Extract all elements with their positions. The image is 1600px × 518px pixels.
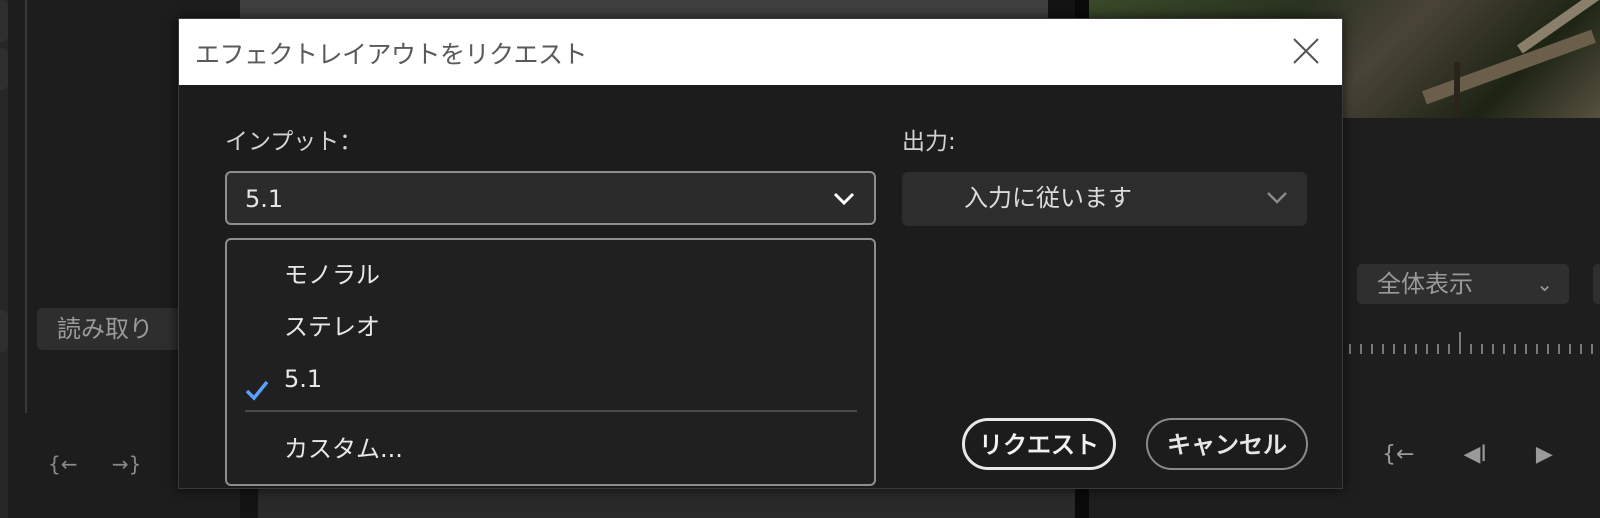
close-icon	[1293, 38, 1319, 64]
play-icon[interactable]: ▶	[1536, 442, 1553, 467]
output-select[interactable]: 入力に従います	[902, 172, 1307, 226]
ruler-tick	[1536, 344, 1538, 354]
read-button[interactable]: 読み取り	[37, 308, 187, 350]
close-button[interactable]	[1288, 33, 1324, 69]
preview-detail	[1454, 62, 1460, 118]
ruler-tick	[1558, 344, 1560, 354]
ruler-tick	[1393, 344, 1395, 354]
mark-in-icon[interactable]: {←	[48, 452, 77, 476]
chevron-down-icon	[1265, 188, 1289, 208]
ruler-tick	[1591, 344, 1593, 354]
menu-item-label: ステレオ	[284, 313, 380, 341]
ruler-tick	[1437, 344, 1439, 354]
chevron-down-icon	[832, 189, 856, 209]
ruler-tick	[1481, 344, 1483, 354]
ruler-tick	[1426, 344, 1428, 354]
menu-divider	[245, 410, 857, 412]
ruler-tick	[1382, 344, 1384, 354]
transport-controls: {← ◀I ▶	[1382, 442, 1595, 467]
panel-divider-line	[25, 0, 27, 413]
dialog-title: エフェクトレイアウトをリクエスト	[195, 40, 588, 69]
ruler-tick	[1569, 344, 1571, 354]
checkmark-icon	[245, 368, 269, 401]
input-select[interactable]: 5.1	[225, 171, 876, 225]
left-panel-tab[interactable]	[0, 0, 8, 42]
input-dropdown-menu: モノラル ステレオ 5.1 カスタム...	[225, 238, 876, 486]
input-label: インプット：	[225, 129, 363, 155]
time-ruler[interactable]	[1349, 330, 1600, 360]
cancel-button[interactable]: キャンセル	[1146, 418, 1308, 470]
zoom-level-select[interactable]: 全体表示 ⌄	[1357, 264, 1569, 304]
ruler-tick	[1503, 344, 1505, 354]
input-select-value: 5.1	[245, 185, 284, 213]
ruler-tick	[1514, 344, 1516, 354]
ruler-tick	[1492, 344, 1494, 354]
ruler-tick	[1580, 344, 1582, 354]
zoom-level-value: 全体表示	[1377, 270, 1473, 298]
left-panel-tab[interactable]	[0, 310, 8, 352]
ruler-tick	[1525, 344, 1527, 354]
left-panel-tab[interactable]	[0, 48, 8, 90]
step-back-icon[interactable]: ◀I	[1463, 442, 1486, 467]
go-to-in-icon[interactable]: {←	[1382, 442, 1414, 467]
menu-item-label: モノラル	[284, 261, 380, 289]
menu-item-5-1[interactable]: 5.1	[227, 354, 874, 404]
ruler-tick	[1404, 344, 1406, 354]
preview-detail	[1422, 29, 1596, 105]
center-panel-header	[240, 0, 1048, 20]
request-button[interactable]: リクエスト	[962, 418, 1116, 470]
menu-item-custom[interactable]: カスタム...	[227, 424, 874, 474]
chevron-down-icon: ⌄	[1536, 272, 1553, 296]
ruler-tick	[1470, 344, 1472, 354]
ruler-tick	[1415, 344, 1417, 354]
menu-item-label: 5.1	[284, 365, 323, 393]
output-label: 出力:	[902, 129, 956, 155]
left-transport-controls: {← →}	[48, 452, 169, 476]
dialog-titlebar: エフェクトレイアウトをリクエスト	[179, 19, 1342, 85]
menu-item-label: カスタム...	[284, 435, 403, 463]
resolution-select[interactable]	[1593, 264, 1600, 304]
ruler-tick	[1360, 344, 1362, 354]
ruler-tick	[1349, 344, 1351, 354]
ruler-tick	[1448, 344, 1450, 354]
menu-item-mono[interactable]: モノラル	[227, 250, 874, 300]
ruler-tick	[1371, 344, 1373, 354]
menu-item-stereo[interactable]: ステレオ	[227, 302, 874, 352]
output-select-value: 入力に従います	[964, 184, 1132, 212]
request-effect-layout-dialog: エフェクトレイアウトをリクエスト インプット： 出力: 5.1 入力に従います …	[178, 18, 1343, 489]
ruler-tick	[1547, 344, 1549, 354]
ruler-tick	[1459, 332, 1461, 354]
mark-out-icon[interactable]: →}	[112, 452, 141, 476]
